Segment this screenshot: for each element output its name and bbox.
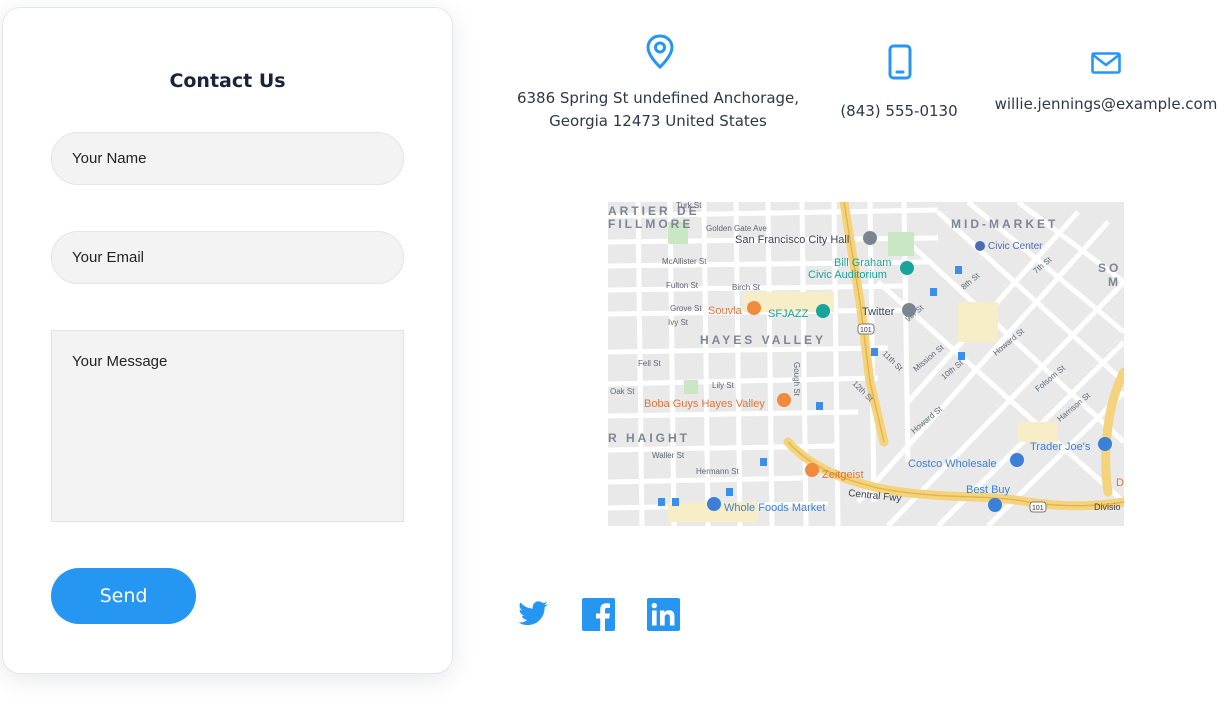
map-poi-costco[interactable]: Costco Wholesale xyxy=(908,458,997,470)
map-poi-trader-joes[interactable]: Trader Joe's xyxy=(1030,441,1091,453)
send-button[interactable]: Send xyxy=(51,568,196,624)
map-label-fillmore: FILLMORE xyxy=(608,217,693,231)
map-poi-civic-auditorium[interactable]: Civic Auditorium xyxy=(808,269,887,281)
map-poi-d: D xyxy=(1116,477,1124,489)
map-poi-whole-foods[interactable]: Whole Foods Market xyxy=(724,502,825,514)
map-poi-city-hall[interactable]: San Francisco City Hall xyxy=(735,234,849,246)
map-street-lily: Lily St xyxy=(712,381,735,390)
email-text: willie.jennings@example.com xyxy=(994,95,1218,113)
map-street-grove: Grove St xyxy=(670,304,702,313)
name-input[interactable] xyxy=(51,132,404,185)
map-street-golden-gate: Golden Gate Ave xyxy=(706,224,767,233)
address-line-2: Georgia 12473 United States xyxy=(549,112,767,130)
map-street-turk: Turk St xyxy=(676,202,702,210)
map-route-101-a: 101 xyxy=(860,327,872,334)
map-street-oak: Oak St xyxy=(610,387,635,396)
twitter-icon[interactable] xyxy=(516,598,550,635)
form-title: Contact Us xyxy=(169,70,286,92)
map-poi-civic-center[interactable]: Civic Center xyxy=(988,241,1043,252)
map-label-haight: R HAIGHT xyxy=(608,431,690,445)
map-poi-twitter[interactable]: Twitter xyxy=(862,306,895,318)
map-poi-zeitgeist[interactable]: Zeitgeist xyxy=(822,469,864,481)
map-street-division: Divisio xyxy=(1094,502,1121,512)
message-textarea[interactable] xyxy=(51,330,404,522)
map-street-fulton: Fulton St xyxy=(666,281,699,290)
address-text: 6386 Spring St undefined Anchorage, Geor… xyxy=(508,87,808,133)
map-route-101-b: 101 xyxy=(1032,505,1044,512)
map-label-ma: M xyxy=(1108,275,1121,289)
facebook-icon[interactable] xyxy=(582,598,615,636)
map-street-waller: Waller St xyxy=(652,451,685,460)
map-label-hayes-valley: HAYES VALLEY xyxy=(700,333,826,347)
map-street-gough: Gough St xyxy=(792,362,801,397)
map-poi-best-buy[interactable]: Best Buy xyxy=(966,484,1011,496)
address-line-1: 6386 Spring St undefined Anchorage, xyxy=(516,89,800,107)
linkedin-icon[interactable] xyxy=(647,598,680,636)
contact-form-card: Contact Us Send xyxy=(2,7,453,674)
map-street-mcallister: McAllister St xyxy=(662,257,707,266)
phone-icon xyxy=(888,44,912,80)
map-street-hermann: Hermann St xyxy=(696,467,739,476)
mail-icon xyxy=(1091,52,1121,74)
map-poi-sfjazz[interactable]: SFJAZZ xyxy=(768,308,809,320)
map-poi-bill-graham[interactable]: Bill Graham xyxy=(834,257,891,269)
map-street-birch: Birch St xyxy=(732,283,761,292)
map-street-fell: Fell St xyxy=(638,359,661,368)
phone-text: (843) 555-0130 xyxy=(840,102,958,120)
location-map[interactable]: ARTIER DE FILLMORE MID-MARKET SO M HAYES… xyxy=(608,202,1124,526)
map-street-ivy: Ivy St xyxy=(668,318,689,327)
map-label-mid-market: MID-MARKET xyxy=(951,217,1058,231)
map-poi-boba-guys[interactable]: Boba Guys Hayes Valley xyxy=(644,398,765,410)
map-poi-souvla[interactable]: Souvla xyxy=(708,305,743,317)
email-input[interactable] xyxy=(51,231,404,284)
map-label-so: SO xyxy=(1098,261,1121,275)
location-pin-icon xyxy=(645,34,675,70)
